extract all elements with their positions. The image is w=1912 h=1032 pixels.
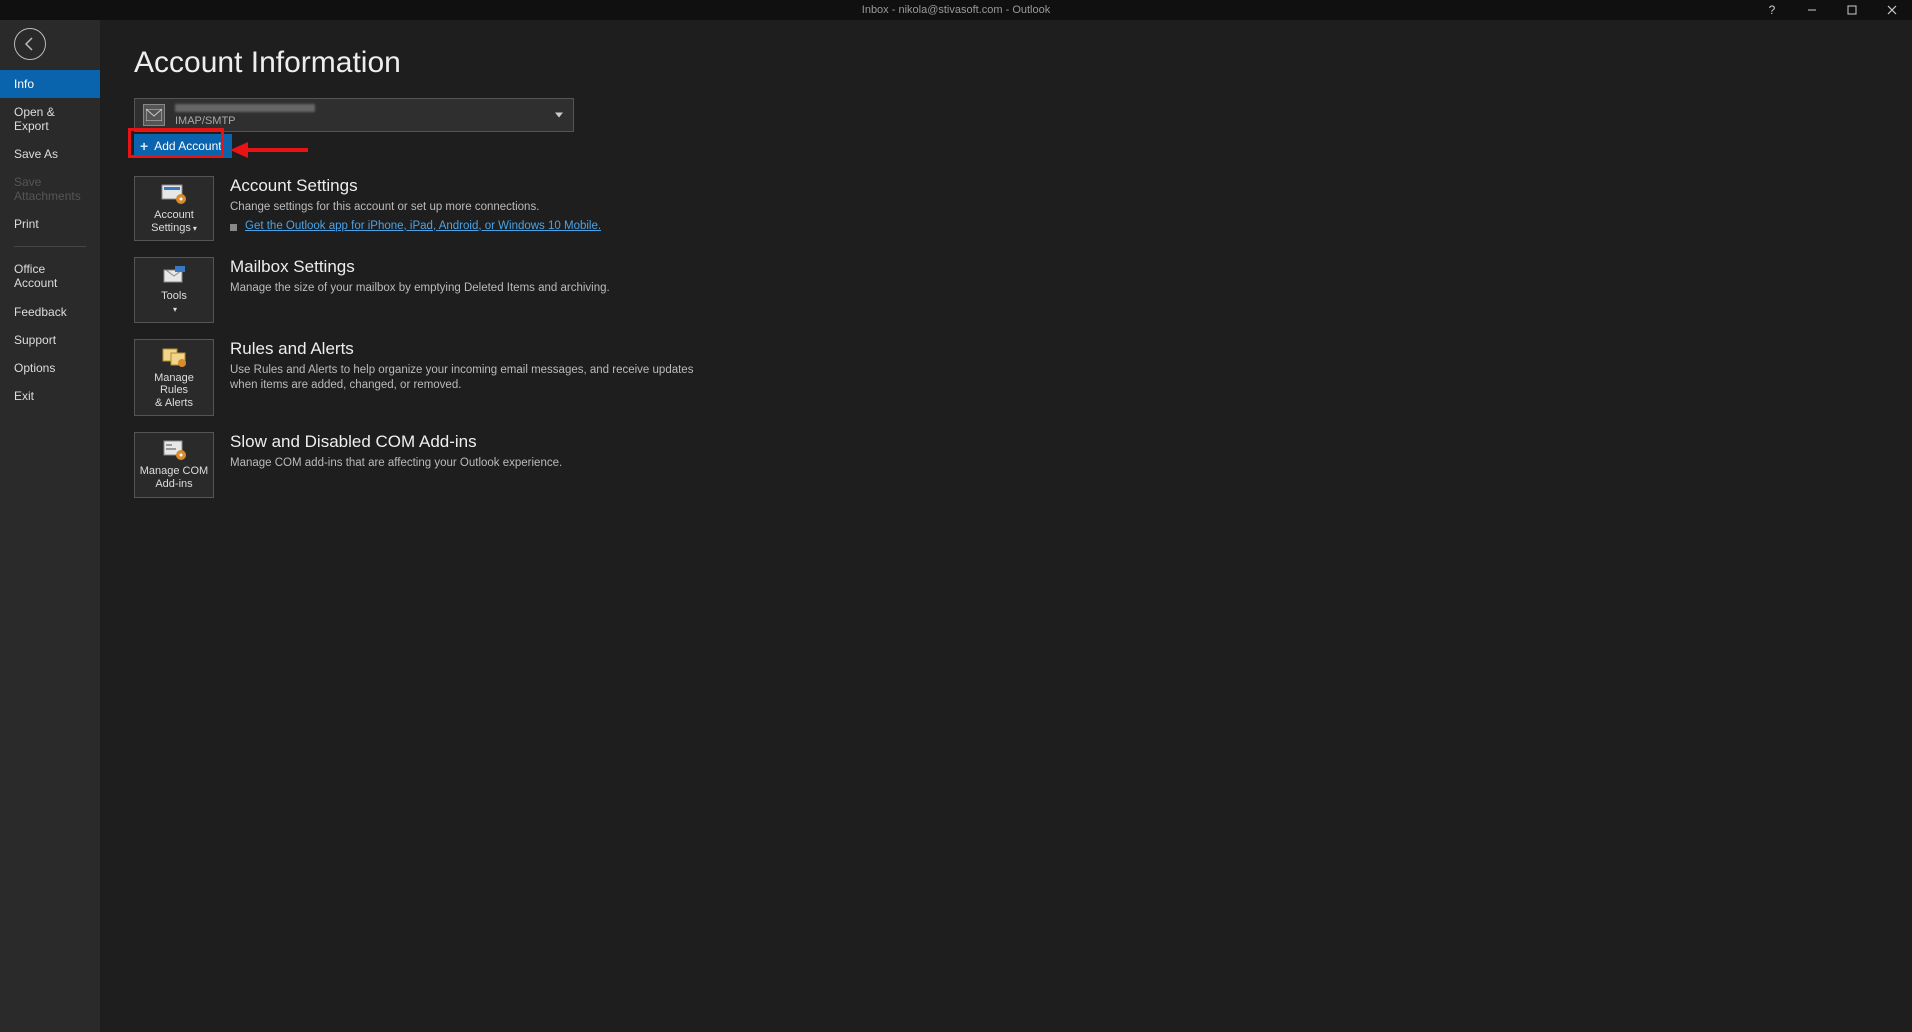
section-title-account-settings: Account Settings bbox=[230, 176, 710, 196]
nav-save-as[interactable]: Save As bbox=[0, 140, 100, 168]
tools-tile-label: Tools▾ bbox=[161, 290, 187, 315]
nav-info[interactable]: Info bbox=[0, 70, 100, 98]
section-title-rules: Rules and Alerts bbox=[230, 339, 710, 359]
page-title: Account Information bbox=[134, 46, 1878, 80]
account-settings-tile-label: Account Settings▾ bbox=[151, 209, 197, 234]
com-addins-tile-label: Manage COM Add-ins bbox=[140, 465, 208, 490]
section-desc-account-settings: Change settings for this account or set … bbox=[230, 200, 710, 216]
nav-office-account[interactable]: Office Account bbox=[0, 255, 100, 298]
nav-exit[interactable]: Exit bbox=[0, 382, 100, 410]
annotation-arrow bbox=[230, 142, 308, 158]
section-title-mailbox: Mailbox Settings bbox=[230, 257, 710, 277]
section-desc-mailbox: Manage the size of your mailbox by empty… bbox=[230, 281, 710, 297]
tools-tile[interactable]: Tools▾ bbox=[134, 257, 214, 322]
rules-icon bbox=[160, 346, 188, 368]
nav-divider bbox=[14, 246, 86, 247]
section-title-com: Slow and Disabled COM Add-ins bbox=[230, 432, 710, 452]
plus-icon: + bbox=[140, 139, 148, 153]
section-desc-com: Manage COM add-ins that are affecting yo… bbox=[230, 456, 710, 472]
account-settings-tile[interactable]: Account Settings▾ bbox=[134, 176, 214, 241]
settings-icon bbox=[160, 183, 188, 205]
mail-icon bbox=[143, 104, 165, 126]
maximize-button[interactable] bbox=[1832, 0, 1872, 20]
nav-open-export[interactable]: Open & Export bbox=[0, 98, 100, 140]
add-account-label: Add Account bbox=[154, 139, 221, 153]
com-addins-tile[interactable]: Manage COM Add-ins bbox=[134, 432, 214, 497]
nav-save-attachments: Save Attachments bbox=[0, 168, 100, 210]
titlebar: Inbox - nikola@stivasoft.com - Outlook ? bbox=[0, 0, 1912, 20]
content-area: Account Information IMAP/SMTP + Add Acco… bbox=[100, 20, 1912, 1032]
rules-alerts-tile[interactable]: Manage Rules & Alerts bbox=[134, 339, 214, 417]
account-dropdown[interactable]: IMAP/SMTP bbox=[134, 98, 574, 132]
account-email-redacted bbox=[175, 104, 315, 112]
account-type: IMAP/SMTP bbox=[175, 116, 315, 127]
help-button[interactable]: ? bbox=[1752, 0, 1792, 20]
nav-options[interactable]: Options bbox=[0, 354, 100, 382]
nav-support[interactable]: Support bbox=[0, 326, 100, 354]
outlook-app-link[interactable]: Get the Outlook app for iPhone, iPad, An… bbox=[245, 220, 601, 232]
window-title: Inbox - nikola@stivasoft.com - Outlook bbox=[862, 4, 1050, 16]
nav-print[interactable]: Print bbox=[0, 210, 100, 238]
bullet-icon bbox=[230, 224, 237, 231]
tools-icon bbox=[160, 264, 188, 286]
chevron-down-icon bbox=[555, 113, 563, 118]
add-account-button[interactable]: + Add Account bbox=[134, 134, 232, 158]
minimize-button[interactable] bbox=[1792, 0, 1832, 20]
nav-feedback[interactable]: Feedback bbox=[0, 298, 100, 326]
rules-alerts-tile-label: Manage Rules & Alerts bbox=[139, 372, 209, 410]
backstage-sidebar: Info Open & Export Save As Save Attachme… bbox=[0, 20, 100, 1032]
close-button[interactable] bbox=[1872, 0, 1912, 20]
addins-icon bbox=[160, 439, 188, 461]
section-desc-rules: Use Rules and Alerts to help organize yo… bbox=[230, 363, 710, 394]
back-button[interactable] bbox=[14, 28, 46, 60]
